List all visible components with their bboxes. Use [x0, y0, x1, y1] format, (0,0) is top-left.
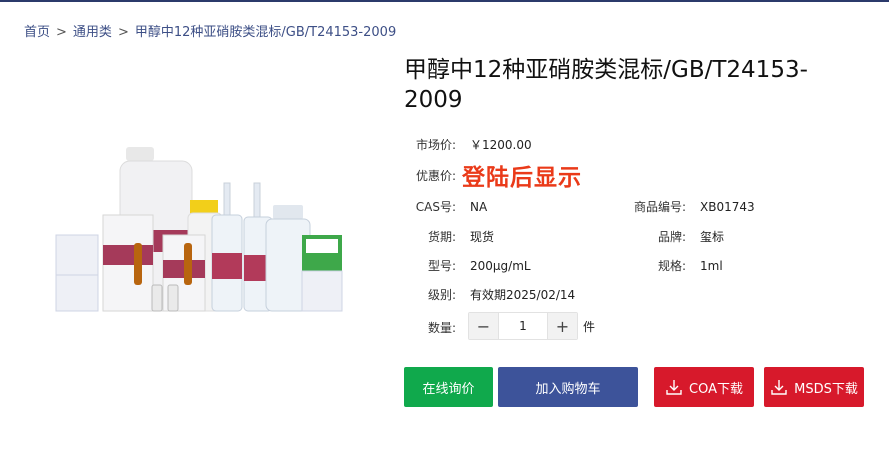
promo-price-label: 优惠价:: [415, 169, 456, 183]
product-image: [55, 147, 343, 312]
grade-row: 级别: 有效期2025/02/14: [404, 286, 575, 303]
grade-value: 有效期2025/02/14: [470, 288, 576, 302]
cas-value: NA: [470, 200, 488, 214]
breadcrumb-home[interactable]: 首页: [24, 25, 50, 40]
product-title: 甲醇中12种亚硝胺类混标/GB/T24153-2009: [404, 57, 808, 113]
quantity-label: 数量:: [427, 321, 456, 335]
quantity-input[interactable]: [498, 313, 548, 339]
market-price-label: 市场价:: [415, 138, 456, 152]
breadcrumb-separator: >: [56, 25, 67, 40]
spec-row: 规格: 1ml: [620, 257, 723, 274]
sku-row: 商品编号: XB01743: [620, 198, 755, 215]
breadcrumb: 首页 > 通用类 > 甲醇中12种亚硝胺类混标/GB/T24153-2009: [24, 21, 396, 40]
cas-row: CAS号: NA: [404, 198, 487, 215]
breadcrumb-current[interactable]: 甲醇中12种亚硝胺类混标/GB/T24153-2009: [135, 25, 396, 40]
cas-label: CAS号:: [415, 200, 456, 214]
sku-value: XB01743: [700, 200, 755, 214]
brand-value: 玺标: [700, 230, 725, 244]
brand-row: 品牌: 玺标: [620, 228, 724, 245]
quantity-stepper: − +: [468, 312, 578, 340]
inquiry-button[interactable]: 在线询价: [404, 367, 493, 407]
stock-label: 货期:: [427, 230, 456, 244]
stock-row: 货期: 现货: [404, 228, 494, 245]
quantity-increase-button[interactable]: +: [548, 313, 577, 339]
market-price-row: 市场价: ￥1200.00: [404, 136, 532, 153]
quantity-decrease-button[interactable]: −: [469, 313, 498, 339]
download-icon: [666, 380, 682, 395]
spec-label: 规格:: [657, 259, 686, 273]
quantity-unit: 件: [583, 320, 596, 334]
inquiry-label: 在线询价: [422, 381, 475, 397]
stock-value: 现货: [470, 230, 495, 244]
market-price: ￥1200.00: [470, 138, 532, 152]
model-label: 型号:: [427, 259, 456, 273]
add-to-cart-button[interactable]: 加入购物车: [498, 367, 638, 407]
breadcrumb-separator: >: [117, 25, 129, 40]
promo-price-row: 优惠价:: [404, 167, 456, 184]
add-to-cart-label: 加入购物车: [535, 381, 601, 397]
breadcrumb-category[interactable]: 通用类: [73, 25, 112, 40]
model-value: 200μg/mL: [470, 259, 531, 273]
coa-download-label: COA下载: [689, 381, 743, 397]
promo-price-text: 登陆后显示: [462, 165, 582, 191]
coa-download-button[interactable]: COA下载: [654, 367, 754, 407]
model-row: 型号: 200μg/mL: [404, 257, 531, 274]
msds-download-label: MSDS下载: [794, 381, 858, 397]
grade-label: 级别:: [427, 288, 456, 302]
header-divider: [0, 0, 889, 2]
sku-label: 商品编号:: [633, 200, 686, 214]
download-icon: [771, 380, 787, 395]
brand-label: 品牌:: [657, 230, 686, 244]
quantity-row: 数量:: [404, 319, 456, 336]
msds-download-button[interactable]: MSDS下载: [764, 367, 864, 407]
spec-value: 1ml: [700, 259, 723, 273]
